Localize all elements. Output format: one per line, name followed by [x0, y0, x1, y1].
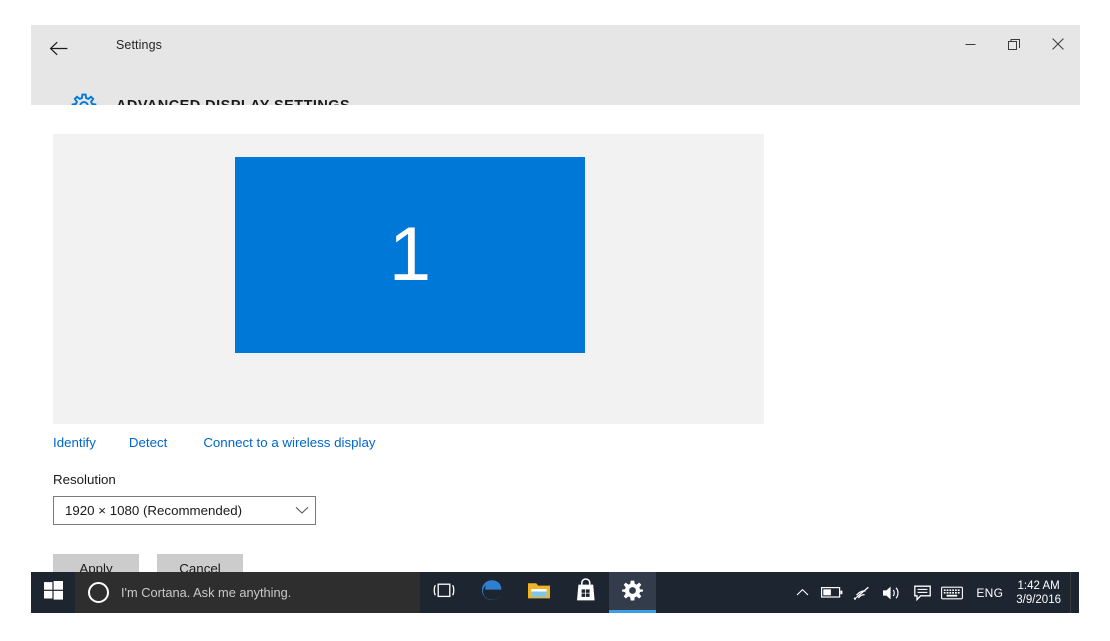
language-indicator[interactable]: ENG — [967, 586, 1012, 600]
clock[interactable]: 1:42 AM 3/9/2016 — [1012, 579, 1070, 607]
identify-link[interactable]: Identify — [53, 435, 96, 450]
clock-time: 1:42 AM — [1017, 579, 1060, 592]
battery-icon[interactable] — [817, 572, 847, 613]
taskbar-app-settings[interactable] — [609, 572, 656, 613]
back-arrow-icon[interactable] — [41, 33, 75, 63]
settings-content: 1 Identify Detect Connect to a wireless … — [31, 105, 1080, 583]
windows-logo-icon — [43, 580, 63, 605]
clock-date: 3/9/2016 — [1016, 593, 1061, 606]
action-center-icon[interactable] — [907, 572, 937, 613]
settings-gear-icon — [621, 580, 644, 606]
wifi-icon[interactable] — [847, 572, 877, 613]
taskbar-app-file-explorer[interactable] — [515, 572, 562, 613]
chevron-down-icon — [289, 506, 315, 515]
taskbar-apps — [468, 572, 656, 613]
cortana-search-box[interactable]: I'm Cortana. Ask me anything. — [75, 572, 420, 613]
cortana-placeholder: I'm Cortana. Ask me anything. — [121, 585, 292, 600]
speaker-icon[interactable] — [877, 572, 907, 613]
task-view-icon — [431, 582, 457, 604]
file-explorer-icon — [527, 580, 551, 606]
taskbar-spacer — [656, 572, 787, 613]
taskbar-app-edge[interactable] — [468, 572, 515, 613]
close-icon[interactable] — [1036, 25, 1080, 63]
taskbar: I'm Cortana. Ask me anything. ENG 1:42 A… — [31, 572, 1079, 613]
chevron-up-icon[interactable] — [787, 572, 817, 613]
resolution-selected-value: 1920 × 1080 (Recommended) — [65, 503, 243, 518]
monitor-number: 1 — [388, 212, 432, 297]
system-tray: ENG 1:42 AM 3/9/2016 — [787, 572, 1079, 613]
restore-icon[interactable] — [992, 25, 1036, 63]
minimize-icon[interactable] — [948, 25, 992, 63]
cortana-circle-icon — [88, 582, 109, 603]
window-titlebar: Settings — [31, 25, 1080, 119]
show-desktop-button[interactable] — [1070, 572, 1077, 613]
screen: Settings 1 Identify Detect Connect to a … — [0, 0, 1110, 641]
display-links: Identify Detect Connect to a wireless di… — [53, 435, 376, 450]
app-title: Settings — [116, 38, 162, 52]
store-icon — [575, 578, 597, 607]
settings-window: Settings 1 Identify Detect Connect to a … — [31, 25, 1080, 583]
resolution-label: Resolution — [53, 472, 116, 487]
display-preview-panel: 1 — [53, 134, 764, 424]
detect-link[interactable]: Detect — [129, 435, 167, 450]
resolution-dropdown[interactable]: 1920 × 1080 (Recommended) — [53, 496, 316, 525]
taskbar-app-store[interactable] — [562, 572, 609, 613]
monitor-tile-1[interactable]: 1 — [235, 157, 585, 353]
start-button[interactable] — [31, 572, 75, 613]
window-controls — [948, 25, 1080, 63]
keyboard-icon[interactable] — [937, 572, 967, 613]
connect-wireless-display-link[interactable]: Connect to a wireless display — [203, 435, 375, 450]
task-view-button[interactable] — [420, 572, 468, 613]
edge-icon — [480, 578, 504, 607]
